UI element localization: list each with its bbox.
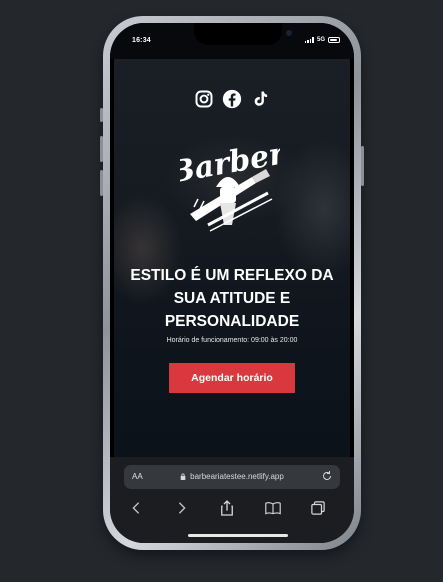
phone-screen: 16:34 5G Barber ESTILO É UM REFLEXO DA S… [110,23,354,543]
barber-logo: Barber [166,129,290,239]
hero-headline: ESTILO É UM REFLEXO DA SUA ATITUDE E PER… [124,264,340,333]
back-icon[interactable] [126,498,146,518]
bookmarks-icon[interactable] [263,498,283,518]
reload-icon[interactable] [321,470,333,484]
tabs-icon[interactable] [308,498,328,518]
mute-switch [100,108,103,122]
volume-up-button [100,136,103,162]
share-icon[interactable] [217,498,237,518]
url-text: barbeariatestee.netlify.app [190,472,284,481]
home-indicator[interactable] [188,534,288,537]
headline-line: PERSONALIDADE [164,313,300,330]
url-display[interactable]: barbeariatestee.netlify.app [124,472,340,481]
phone-frame: 16:34 5G Barber ESTILO É UM REFLEXO DA S… [100,16,364,550]
battery-icon [328,37,340,43]
social-links [114,89,350,109]
lock-icon [180,473,186,481]
status-time: 16:34 [132,37,151,44]
power-button [361,146,364,186]
signal-icon [304,37,314,43]
schedule-button[interactable]: Agendar horário [169,363,295,393]
forward-icon[interactable] [172,498,192,518]
camera-icon [286,30,292,36]
headline-line: ESTILO É UM REFLEXO DA [130,267,334,284]
hero-section: Barber ESTILO É UM REFLEXO DA SUA ATITUD… [114,59,350,464]
safari-toolbar: AA barbeariatestee.netlify.app [110,457,354,543]
headline-line: SUA ATITUDE E [173,290,291,307]
volume-down-button [100,170,103,196]
network-label: 5G [316,37,325,43]
address-bar[interactable]: AA barbeariatestee.netlify.app [124,465,340,489]
tiktok-icon[interactable] [250,89,270,109]
instagram-icon[interactable] [194,89,214,109]
system-indicators: 5G [304,37,340,43]
status-bar: 16:34 5G [110,23,354,59]
business-hours: Horário de funcionamento: 09:00 às 20:00 [166,337,298,344]
dynamic-notch [194,23,292,45]
facebook-icon[interactable] [222,89,242,109]
browser-nav [110,498,354,518]
